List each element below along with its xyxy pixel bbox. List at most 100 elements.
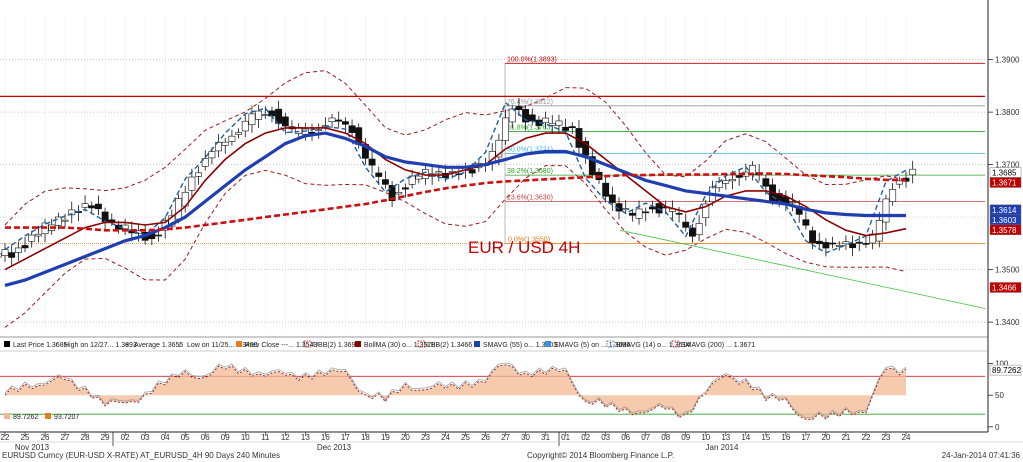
candle-body-35-0 <box>695 223 703 236</box>
chart-title: EUR / USD 4H <box>468 238 580 257</box>
legend-item-2: + Average 1.3655 <box>125 342 183 349</box>
day-label-28: 01 <box>561 433 570 442</box>
footer-copyright: Copyright© 2014 Bloomberg Finance L.P. <box>527 451 674 460</box>
candle-body-44-0 <box>875 220 883 242</box>
candle-body-16-0 <box>315 129 323 132</box>
day-label-23: 25 <box>461 433 470 442</box>
candle-body-13-1 <box>261 114 269 116</box>
candle-body-37-0 <box>735 175 743 178</box>
legend-item-11: SMAVG (200) ... 1.3671 <box>671 340 755 349</box>
fib-label-4: 38.2%(1.3680) <box>507 168 553 175</box>
candle-body-5-0 <box>95 203 102 210</box>
candle-body-12-0 <box>235 132 243 135</box>
candle-body-26-0 <box>515 106 523 110</box>
candle-body-14-1 <box>281 116 289 127</box>
day-label-34: 09 <box>681 433 690 442</box>
day-label-43: 22 <box>862 433 871 442</box>
candle-body-23-2 <box>468 169 476 174</box>
day-label-45: 24 <box>902 433 911 442</box>
candle-body-1-2 <box>28 234 36 242</box>
day-label-24: 26 <box>481 433 490 442</box>
legend-item-8: SMAVG (55) o... 1.3603 <box>474 341 557 349</box>
day-label-29: 02 <box>581 433 590 442</box>
day-label-27: 31 <box>541 433 550 442</box>
candle-body-43-0 <box>855 241 863 244</box>
day-label-31: 06 <box>621 433 630 442</box>
candle-body-8-0 <box>155 234 162 237</box>
day-label-0: 22 <box>1 433 10 442</box>
fib-label-5: 23.6%(1.3630) <box>507 194 553 201</box>
month-label-2: Jan 2014 <box>706 443 739 452</box>
legend-label-2: Average 1.3655 <box>134 342 183 349</box>
legend: Last Price 1.3685↑ High on 12/27... 1.389… <box>4 340 755 349</box>
candle-body-17-1 <box>341 121 349 125</box>
osc-badge-label: 89.7262 <box>992 366 1021 375</box>
fib-label-1: 76.4%(1.3812) <box>507 99 553 106</box>
legend-label-0: Last Price 1.3685 <box>13 342 68 349</box>
legend-swatch-9 <box>545 341 551 347</box>
candle-body-34-2 <box>689 227 696 237</box>
footer-security: EURUSD Curncy (EUR-USD X-RATE) AT_EURUSD… <box>2 451 280 460</box>
candle-body-1-0 <box>14 247 22 253</box>
legend-label-11: SMAVG (200) ... 1.3671 <box>681 342 755 349</box>
candle-body-42-2 <box>849 243 857 249</box>
eurusd-chart: 100.0%(1.3893) 76.4%(1.3812) 61.8%(1.3763)… <box>0 0 1023 462</box>
osc-legend-label-0: 89.7262 <box>13 414 38 421</box>
day-label-18: 18 <box>361 433 370 442</box>
legend-swatch-1: ↑ <box>55 342 59 349</box>
candle-body-44-2 <box>889 189 897 202</box>
day-label-26: 30 <box>521 433 530 442</box>
candle-body-31-2 <box>628 212 636 216</box>
price-tick-label-3: 1.3500 <box>995 266 1020 275</box>
price-badge-label-5: 1.3466 <box>992 283 1017 292</box>
candle-body-28-2 <box>568 126 576 129</box>
candle-body-41-1 <box>822 242 830 249</box>
legend-swatch-4 <box>236 341 242 347</box>
day-label-10: 06 <box>201 433 210 442</box>
day-label-4: 28 <box>81 433 90 442</box>
candle-body-3-1 <box>61 219 69 222</box>
day-label-20: 20 <box>401 433 410 442</box>
candle-body-17-2 <box>348 125 356 133</box>
day-label-8: 04 <box>161 433 170 442</box>
price-tick-label-1: 1.3800 <box>995 108 1020 117</box>
candle-body-5-1 <box>101 211 109 222</box>
day-label-21: 23 <box>421 433 430 442</box>
day-label-15: 13 <box>301 433 310 442</box>
candle-body-32-1 <box>642 211 650 214</box>
day-label-9: 05 <box>181 433 190 442</box>
footer-timestamp: 24-Jan-2014 07:41:36 <box>942 451 1021 460</box>
candle-body-21-0 <box>415 175 423 180</box>
legend-label-4: Prev Close ---... 1.3543 <box>245 342 317 349</box>
day-label-37: 14 <box>741 433 750 442</box>
legend-swatch-2: + <box>125 342 129 349</box>
candle-body-19-1 <box>381 179 389 185</box>
day-label-25: 27 <box>501 433 510 442</box>
candle-body-30-1 <box>602 182 610 197</box>
candle-body-41-2 <box>829 242 837 245</box>
candle-body-29-0 <box>575 128 583 148</box>
day-label-7: 03 <box>141 433 150 442</box>
day-label-3: 27 <box>61 433 70 442</box>
candle-body-0-1 <box>1 249 9 256</box>
price-tick-label-4: 1.3400 <box>995 318 1020 327</box>
candle-body-12-1 <box>241 120 249 132</box>
candle-body-18-2 <box>368 158 376 166</box>
candle-body-43-1 <box>862 243 870 245</box>
day-label-16: 16 <box>321 433 330 442</box>
candle-body-0-0 <box>0 253 2 258</box>
osc-tick-label-1: 50 <box>995 391 1004 400</box>
day-label-44: 23 <box>882 433 891 442</box>
candle-body-44-1 <box>882 198 890 223</box>
candle-body-28-0 <box>555 120 563 126</box>
candle-body-9-2 <box>188 176 196 191</box>
legend-item-10: SMAVG (14) o... 1.3614 <box>606 340 690 349</box>
candle-body-12-2 <box>248 113 256 125</box>
candle-body-2-0 <box>34 233 42 237</box>
candle-body-22-0 <box>435 171 443 174</box>
candle-body-19-0 <box>375 172 383 177</box>
day-label-22: 24 <box>441 433 450 442</box>
candle-body-28-1 <box>562 126 570 131</box>
day-label-32: 07 <box>641 433 650 442</box>
legend-item-6: BollMA (30) o... 1.3578 <box>355 341 435 349</box>
